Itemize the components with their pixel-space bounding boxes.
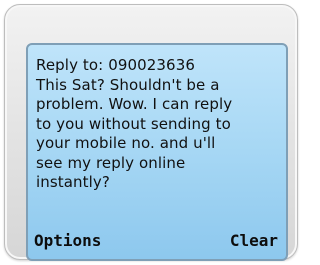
softkey-bar: Options Clear xyxy=(28,231,286,251)
message-line: problem. Wow. I can reply xyxy=(36,95,233,113)
message-line: instantly? xyxy=(36,173,110,191)
message-line: to you without sending to xyxy=(36,114,231,133)
options-softkey[interactable]: Options xyxy=(34,231,101,251)
phone-frame: Reply to: 090023636 This Sat? Shouldn't … xyxy=(4,4,298,261)
message-line: your mobile no. and u'll xyxy=(36,134,216,152)
sms-message: Reply to: 090023636 This Sat? Shouldn't … xyxy=(36,56,282,193)
message-line: This Sat? Shouldn't be a xyxy=(36,75,220,94)
phone-screen: Reply to: 090023636 This Sat? Shouldn't … xyxy=(26,43,288,261)
clear-softkey[interactable]: Clear xyxy=(230,231,278,251)
reply-to-line: Reply to: 090023636 xyxy=(36,56,195,74)
message-line: see my reply online xyxy=(36,153,186,172)
